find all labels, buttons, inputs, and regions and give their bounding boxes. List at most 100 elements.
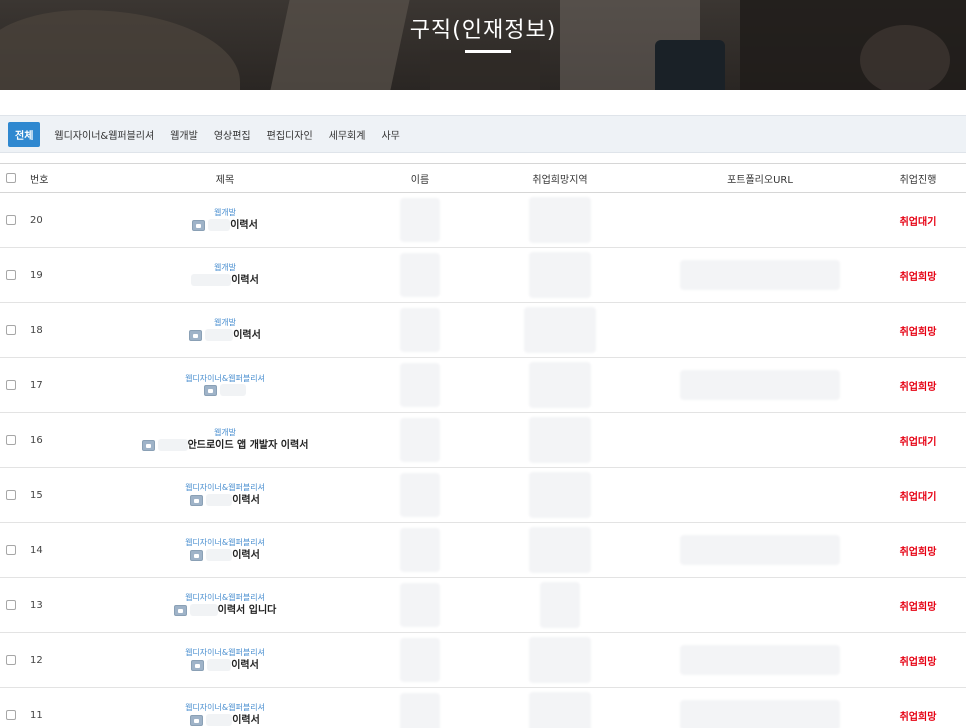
- row-title: 이력서: [231, 659, 259, 671]
- background-shape: [430, 50, 540, 90]
- status-badge: 취업희망: [899, 601, 937, 613]
- row-title-link[interactable]: 웹개발 이력서: [192, 208, 258, 232]
- redacted-name: [400, 308, 440, 352]
- row-title-link[interactable]: 웹디자이너&웹퍼블리셔 이력서 입니다: [173, 592, 276, 617]
- row-category: 웹디자이너&웹퍼블리셔: [185, 647, 265, 657]
- table-row[interactable]: 12 웹디자이너&웹퍼블리셔 이력서 취업희망: [0, 633, 966, 688]
- row-category: 웹디자이너&웹퍼블리셔: [185, 592, 265, 602]
- redacted-url: [680, 370, 840, 400]
- header-status: 취업진행: [899, 174, 937, 186]
- row-checkbox[interactable]: [6, 600, 16, 610]
- status-badge: 취업대기: [899, 491, 937, 503]
- row-category: 웹디자이너&웹퍼블리셔: [185, 373, 265, 383]
- header-area: 취업희망지역: [532, 174, 588, 186]
- lock-icon: [204, 384, 217, 396]
- row-category: 웹개발: [213, 317, 237, 327]
- row-checkbox[interactable]: [6, 655, 16, 665]
- row-category: 웹개발: [213, 427, 237, 437]
- redacted-name: [400, 638, 440, 682]
- table-row[interactable]: 17 웹디자이너&웹퍼블리셔 취업희망: [0, 358, 966, 413]
- row-title-link[interactable]: 웹개발 이력서: [189, 318, 261, 342]
- lock-icon: [191, 659, 205, 671]
- table-row[interactable]: 19 웹개발 이력서 취업희망: [0, 248, 966, 303]
- row-checkbox[interactable]: [6, 710, 16, 720]
- redacted-area: [529, 362, 591, 408]
- row-num: 20: [30, 214, 43, 226]
- status-badge: 취업희망: [899, 711, 937, 723]
- row-num: 19: [30, 269, 43, 281]
- table-row[interactable]: 14 웹디자이너&웹퍼블리셔 이력서 취업희망: [0, 523, 966, 578]
- redacted-text: [206, 714, 233, 727]
- redacted-text: [206, 494, 233, 507]
- category-tab-webdev[interactable]: 웹개발: [170, 127, 198, 142]
- hero-banner: 구직(인재정보): [0, 0, 966, 90]
- redacted-text: [208, 219, 231, 232]
- lock-icon: [189, 329, 203, 341]
- page-title: 구직(인재정보): [409, 18, 557, 43]
- row-num: 13: [30, 599, 43, 611]
- row-category: 웹개발: [213, 262, 237, 272]
- status-badge: 취업희망: [899, 656, 937, 668]
- row-title-link[interactable]: 웹디자이너&웹퍼블리셔: [185, 374, 265, 397]
- category-filter-bar: 전체 웹디자이너&웹퍼블리셔 웹개발 영상편집 편집디자인 세무회계 사무: [0, 115, 966, 153]
- redacted-name: [400, 583, 440, 627]
- row-title: 이력서: [232, 494, 260, 506]
- title-underline: [465, 50, 511, 53]
- row-title-link[interactable]: 웹디자이너&웹퍼블리셔 이력서: [185, 648, 265, 672]
- background-mug: [655, 40, 725, 90]
- redacted-area: [529, 637, 591, 683]
- header-title: 제목: [215, 174, 235, 186]
- row-num: 11: [30, 709, 43, 721]
- status-badge: 취업희망: [899, 546, 937, 558]
- redacted-text: [157, 439, 188, 452]
- row-category: 웹개발: [213, 207, 237, 217]
- table-row[interactable]: 11 웹디자이너&웹퍼블리셔 이력서 취업희망: [0, 688, 966, 728]
- lock-icon: [192, 219, 206, 231]
- row-title: 이력서: [232, 549, 260, 561]
- select-all-checkbox[interactable]: [6, 173, 16, 183]
- row-checkbox[interactable]: [6, 490, 16, 500]
- category-tab-video[interactable]: 영상편집: [214, 127, 251, 142]
- status-badge: 취업희망: [899, 271, 937, 283]
- row-checkbox[interactable]: [6, 325, 16, 335]
- row-title-link[interactable]: 웹디자이너&웹퍼블리셔 이력서: [185, 538, 265, 562]
- row-title: 이력서: [232, 714, 260, 726]
- row-title-link[interactable]: 웹디자이너&웹퍼블리셔 이력서: [185, 703, 265, 727]
- table-row[interactable]: 18 웹개발 이력서 취업희망: [0, 303, 966, 358]
- redacted-name: [400, 253, 440, 297]
- lock-icon: [141, 439, 155, 451]
- redacted-text: [220, 384, 246, 397]
- lock-icon: [190, 714, 204, 726]
- category-tab-office[interactable]: 사무: [381, 127, 399, 142]
- row-checkbox[interactable]: [6, 545, 16, 555]
- category-tab-accounting[interactable]: 세무회계: [329, 127, 366, 142]
- row-num: 12: [30, 654, 43, 666]
- table-row[interactable]: 20 웹개발 이력서 취업대기: [0, 193, 966, 248]
- row-title-link[interactable]: 웹디자이너&웹퍼블리셔 이력서: [185, 483, 265, 507]
- row-checkbox[interactable]: [6, 215, 16, 225]
- row-checkbox[interactable]: [6, 270, 16, 280]
- row-title-link[interactable]: 웹개발 안드로이드 앱 개발자 이력서: [141, 427, 308, 452]
- redacted-url: [680, 700, 840, 728]
- table-row[interactable]: 15 웹디자이너&웹퍼블리셔 이력서 취업대기: [0, 468, 966, 523]
- redacted-text: [191, 274, 232, 287]
- row-num: 18: [30, 324, 43, 336]
- row-checkbox[interactable]: [6, 435, 16, 445]
- status-badge: 취업대기: [899, 436, 937, 448]
- redacted-area: [524, 307, 596, 353]
- category-tab-all[interactable]: 전체: [8, 121, 41, 147]
- row-checkbox[interactable]: [6, 380, 16, 390]
- redacted-text: [205, 329, 234, 342]
- row-category: 웹디자이너&웹퍼블리셔: [185, 537, 265, 547]
- table-header: 번호 제목 이름 취업희망지역 포트폴리오URL 취업진행: [0, 163, 966, 193]
- category-tab-editorial[interactable]: 편집디자인: [267, 127, 313, 142]
- category-tab-webdesign[interactable]: 웹디자이너&웹퍼블리셔: [54, 127, 154, 142]
- row-category: 웹디자이너&웹퍼블리셔: [185, 702, 265, 712]
- table-row[interactable]: 16 웹개발 안드로이드 앱 개발자 이력서 취업대기: [0, 413, 966, 468]
- table-row[interactable]: 13 웹디자이너&웹퍼블리셔 이력서 입니다 취업희망: [0, 578, 966, 633]
- row-num: 14: [30, 544, 43, 556]
- header-name: 이름: [410, 174, 430, 186]
- redacted-name: [400, 473, 440, 517]
- row-title-link[interactable]: 웹개발 이력서: [191, 263, 259, 287]
- status-badge: 취업대기: [899, 216, 937, 228]
